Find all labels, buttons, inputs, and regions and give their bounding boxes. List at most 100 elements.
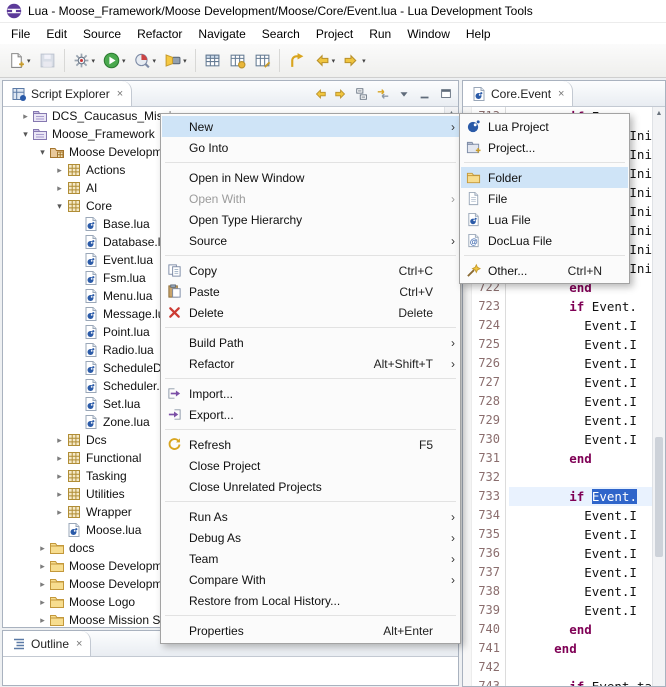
submenu-item-doclua-file[interactable]: @DocLua File: [461, 230, 628, 251]
chevron-down-icon[interactable]: ▾: [53, 201, 66, 212]
menubar-item-refactor[interactable]: Refactor: [129, 24, 190, 44]
menubar-item-window[interactable]: Window: [399, 24, 458, 44]
collapse-all-button[interactable]: [352, 84, 371, 103]
submenu-item-folder[interactable]: Folder: [461, 167, 628, 188]
forward-button[interactable]: ▾: [339, 48, 370, 74]
folder-icon: [466, 170, 481, 185]
code-line: Event.I: [509, 411, 652, 430]
menu-item-new[interactable]: New›: [162, 116, 459, 137]
menu-item-copy[interactable]: CopyCtrl+C: [162, 260, 459, 281]
last-edit-location-button[interactable]: [284, 48, 309, 74]
close-icon[interactable]: ×: [558, 88, 564, 100]
back-button[interactable]: [310, 84, 329, 103]
editor-scrollbar[interactable]: ▲: [652, 107, 665, 686]
submenu-item-lua-file[interactable]: Lua File: [461, 209, 628, 230]
scroll-up-icon[interactable]: ▲: [653, 107, 665, 120]
menu-item-restore-from-local-history[interactable]: Restore from Local History...: [162, 590, 459, 611]
menu-item-go-into[interactable]: Go Into: [162, 137, 459, 158]
submenu-arrow-icon: ›: [443, 552, 455, 566]
menu-icon-column: [466, 263, 488, 278]
chevron-right-icon[interactable]: ▸: [36, 561, 49, 572]
chevron-right-icon[interactable]: ▸: [19, 111, 32, 122]
link-with-editor-button[interactable]: [373, 84, 392, 103]
chevron-right-icon[interactable]: ▸: [36, 579, 49, 590]
chevron-right-icon[interactable]: ▸: [36, 543, 49, 554]
tab-core-event[interactable]: Core.Event ×: [463, 81, 573, 106]
menu-item-label: Go Into: [189, 141, 228, 155]
menubar-item-source[interactable]: Source: [75, 24, 129, 44]
chevron-right-icon[interactable]: ▸: [53, 489, 66, 500]
submenu-arrow-icon: ›: [443, 192, 455, 206]
title-bar: Lua - Moose_Framework/Moose Development/…: [0, 0, 666, 23]
submenu-item-project[interactable]: Project...: [461, 137, 628, 158]
chevron-right-icon[interactable]: ▸: [53, 165, 66, 176]
open-lua-type-button[interactable]: [200, 48, 225, 74]
menu-item-properties[interactable]: PropertiesAlt+Enter: [162, 620, 459, 641]
menu-item-label: Folder: [488, 171, 522, 185]
coverage-button[interactable]: ▾: [130, 48, 161, 74]
chevron-right-icon[interactable]: ▸: [53, 183, 66, 194]
submenu-item-lua-project[interactable]: Lua Project: [461, 116, 628, 137]
menu-item-run-as[interactable]: Run As›: [162, 506, 459, 527]
tree-item-label: docs: [69, 541, 94, 555]
menu-item-label: DocLua File: [488, 234, 552, 248]
chevron-right-icon[interactable]: ▸: [36, 597, 49, 608]
menu-item-debug-as[interactable]: Debug As›: [162, 527, 459, 548]
menubar-item-search[interactable]: Search: [254, 24, 308, 44]
luafile-icon: [83, 414, 99, 430]
chevron-right-icon[interactable]: ▸: [53, 507, 66, 518]
menu-item-compare-with[interactable]: Compare With›: [162, 569, 459, 590]
line-number: 741: [472, 639, 500, 658]
chevron-right-icon[interactable]: ▸: [53, 435, 66, 446]
submenu-item-other[interactable]: Other...Ctrl+N: [461, 260, 628, 281]
menubar-item-help[interactable]: Help: [458, 24, 499, 44]
chevron-right-icon[interactable]: ▸: [53, 453, 66, 464]
menu-item-open-in-new-window[interactable]: Open in New Window: [162, 167, 459, 188]
close-icon[interactable]: ×: [76, 638, 82, 650]
code-line: Event.I: [509, 430, 652, 449]
lua-file-icon: [471, 86, 487, 102]
tab-outline[interactable]: Outline ×: [3, 631, 91, 656]
view-menu-button[interactable]: [394, 84, 413, 103]
menu-item-close-project[interactable]: Close Project: [162, 455, 459, 476]
menu-item-open-type-hierarchy[interactable]: Open Type Hierarchy: [162, 209, 459, 230]
close-icon[interactable]: ×: [117, 88, 123, 100]
menu-item-team[interactable]: Team›: [162, 548, 459, 569]
minimize-button[interactable]: [415, 84, 434, 103]
maximize-button[interactable]: [436, 84, 455, 103]
toggle-grid-button[interactable]: [250, 48, 275, 74]
chevron-right-icon[interactable]: ▸: [36, 615, 49, 626]
menubar-item-edit[interactable]: Edit: [38, 24, 75, 44]
new-table-wizard-button[interactable]: [225, 48, 250, 74]
menu-item-refresh[interactable]: RefreshF5: [162, 434, 459, 455]
chevron-down-icon[interactable]: ▾: [36, 147, 49, 158]
menu-item-source[interactable]: Source›: [162, 230, 459, 251]
forward-button[interactable]: [331, 84, 350, 103]
menu-item-close-unrelated-projects[interactable]: Close Unrelated Projects: [162, 476, 459, 497]
menubar-item-project[interactable]: Project: [308, 24, 361, 44]
menu-item-export[interactable]: Export...: [162, 404, 459, 425]
back-button[interactable]: ▾: [309, 48, 340, 74]
menu-item-import[interactable]: Import...: [162, 383, 459, 404]
save-button[interactable]: [35, 48, 60, 74]
code-line: Event.I: [509, 563, 652, 582]
new-submenu: Lua ProjectProject... Folder FileLua File@…: [459, 113, 630, 284]
external-tools-button[interactable]: ▾: [69, 48, 100, 74]
run-button[interactable]: ▾: [99, 48, 130, 74]
menu-item-delete[interactable]: DeleteDelete: [162, 302, 459, 323]
link-editor-icon: [376, 87, 390, 101]
new-wizard-button[interactable]: ▾: [4, 48, 35, 74]
menu-item-shortcut: Alt+Shift+T: [374, 357, 443, 371]
menu-item-paste[interactable]: PasteCtrl+V: [162, 281, 459, 302]
tab-script-explorer[interactable]: Script Explorer ×: [3, 81, 132, 106]
submenu-item-file[interactable]: File: [461, 188, 628, 209]
chevron-right-icon[interactable]: ▸: [53, 471, 66, 482]
menubar-item-file[interactable]: File: [3, 24, 38, 44]
menu-item-build-path[interactable]: Build Path›: [162, 332, 459, 353]
scrollbar-thumb[interactable]: [655, 437, 663, 557]
menubar-item-navigate[interactable]: Navigate: [190, 24, 253, 44]
search-button[interactable]: ▾: [160, 48, 191, 74]
menubar-item-run[interactable]: Run: [361, 24, 399, 44]
chevron-down-icon[interactable]: ▾: [19, 129, 32, 140]
menu-item-refactor[interactable]: RefactorAlt+Shift+T›: [162, 353, 459, 374]
